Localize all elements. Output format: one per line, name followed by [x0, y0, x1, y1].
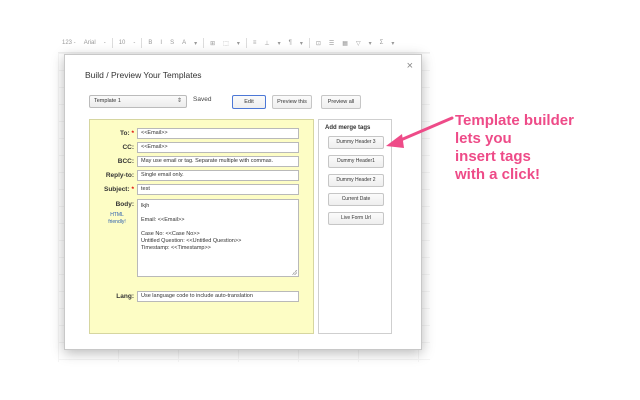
annotation-line: with a click! — [455, 166, 541, 183]
edit-button[interactable]: Edit — [232, 95, 266, 109]
bold-icon[interactable]: B — [144, 40, 156, 46]
chart-icon[interactable]: ▦ — [338, 40, 352, 47]
pointer-arrow-icon — [386, 116, 454, 148]
body-line: Email: <<Email>> — [141, 217, 185, 223]
close-icon[interactable]: × — [407, 60, 413, 72]
body-line: Timestamp: <<Timestamp>> — [141, 245, 211, 251]
body-textarea[interactable]: lkjh Email: <<Email>> Case No: <<Case No… — [137, 199, 299, 277]
preview-all-button[interactable]: Preview all — [321, 95, 361, 109]
required-marker: * — [131, 186, 134, 193]
bcc-label: BCC: — [117, 158, 134, 165]
merge-caret[interactable]: ▾ — [233, 40, 244, 47]
bcc-field[interactable]: May use email or tag. Separate multiple … — [137, 156, 299, 167]
functions-icon[interactable]: Σ — [376, 40, 388, 46]
arrow-head — [386, 134, 404, 148]
template-builder-dialog: Build / Preview Your Templates × Templat… — [64, 54, 422, 350]
html-note-line: friendly! — [108, 219, 126, 225]
align-icon[interactable]: ≡ — [249, 40, 261, 46]
annotation-line: insert tags — [455, 148, 531, 165]
merge-icon[interactable]: ⬚ — [219, 40, 233, 47]
resize-handle-icon[interactable] — [292, 270, 297, 275]
annotation-line: Template builder — [455, 112, 574, 129]
cc-field[interactable]: <<Email>> — [137, 142, 299, 153]
toolbar-divider — [111, 38, 113, 48]
valign-caret[interactable]: ▾ — [274, 40, 285, 47]
borders-icon[interactable]: ⊞ — [206, 40, 219, 47]
annotation-callout: Template builder lets you insert tags wi… — [455, 112, 574, 184]
text-color-icon[interactable]: A — [178, 40, 190, 46]
html-note-line: HTML — [110, 212, 124, 218]
functions-caret[interactable]: ▾ — [387, 40, 398, 47]
strikethrough-icon[interactable]: S — [166, 40, 178, 46]
wrap-caret[interactable]: ▾ — [296, 40, 307, 47]
comment-icon[interactable]: ⊡ — [312, 40, 325, 47]
to-label-text: To: — [120, 130, 130, 137]
filter-caret[interactable]: ▾ — [365, 40, 376, 47]
merge-tag-button[interactable]: Dummy Header 2 — [328, 174, 384, 187]
to-label: To: * — [90, 130, 134, 137]
preview-this-button[interactable]: Preview this — [272, 95, 312, 109]
list-icon[interactable]: ☰ — [325, 40, 338, 47]
toolbar-divider — [308, 38, 310, 48]
body-line: Case No: <<Case No>> — [141, 231, 200, 237]
template-select[interactable]: Template 1 ⇕ — [89, 95, 187, 108]
merge-tag-button[interactable]: Live Form Url — [328, 212, 384, 225]
lang-field[interactable]: Use language code to include auto-transl… — [137, 291, 299, 302]
subject-label: Subject: * — [90, 186, 134, 193]
text-color-caret[interactable]: ▾ — [190, 40, 201, 47]
select-caret-icon: ⇕ — [176, 98, 182, 104]
subject-field[interactable]: test — [137, 184, 299, 195]
lang-label: Lang: — [116, 293, 134, 300]
subject-label-text: Subject: — [104, 186, 130, 193]
toolbar-font[interactable]: Arial — [80, 40, 100, 46]
body-line: Untitled Question: <<Untitled Question>> — [141, 238, 242, 244]
body-line — [141, 224, 295, 231]
body-label: Body: — [115, 201, 134, 208]
spreadsheet-toolbar: 123 - Arial - 10 - B I S A ▾ ⊞ ⬚ ▾ ≡ ⊥ ▾… — [58, 34, 430, 52]
arrow-shaft — [394, 116, 454, 144]
cc-label: CC: — [122, 144, 134, 151]
merge-tag-button[interactable]: Dummy Header 3 — [328, 136, 384, 149]
to-field[interactable]: <<Email>> — [137, 128, 299, 139]
toolbar-size-caret[interactable]: - — [129, 40, 139, 46]
italic-icon[interactable]: I — [156, 40, 166, 46]
merge-tag-button[interactable]: Current Date — [328, 193, 384, 206]
body-line: lkjh — [141, 203, 150, 209]
html-friendly-note: HTML friendly! — [100, 212, 134, 226]
toolbar-format-number[interactable]: 123 - — [58, 40, 80, 46]
toolbar-divider — [245, 38, 247, 48]
wrap-icon[interactable]: ¶ — [285, 40, 296, 46]
body-line — [141, 210, 295, 217]
toolbar-font-caret[interactable]: - — [100, 40, 110, 46]
reply-to-label: Reply-to: — [105, 172, 134, 179]
toolbar-font-size[interactable]: 10 — [115, 40, 130, 46]
valign-icon[interactable]: ⊥ — [260, 40, 273, 47]
toolbar-divider — [203, 38, 205, 48]
required-marker: * — [131, 130, 134, 137]
template-form-panel: To: * <<Email>> CC: <<Email>> BCC: May u… — [89, 119, 314, 334]
toolbar-divider — [141, 38, 143, 48]
annotation-line: lets you — [455, 130, 512, 147]
merge-tags-title: Add merge tags — [325, 125, 371, 131]
dialog-title: Build / Preview Your Templates — [85, 70, 202, 80]
filter-icon[interactable]: ▽ — [352, 40, 365, 47]
template-select-value: Template 1 — [94, 98, 121, 104]
reply-to-field[interactable]: Single email only. — [137, 170, 299, 181]
saved-status: Saved — [193, 96, 212, 103]
merge-tag-button[interactable]: Dummy Header1 — [328, 155, 384, 168]
